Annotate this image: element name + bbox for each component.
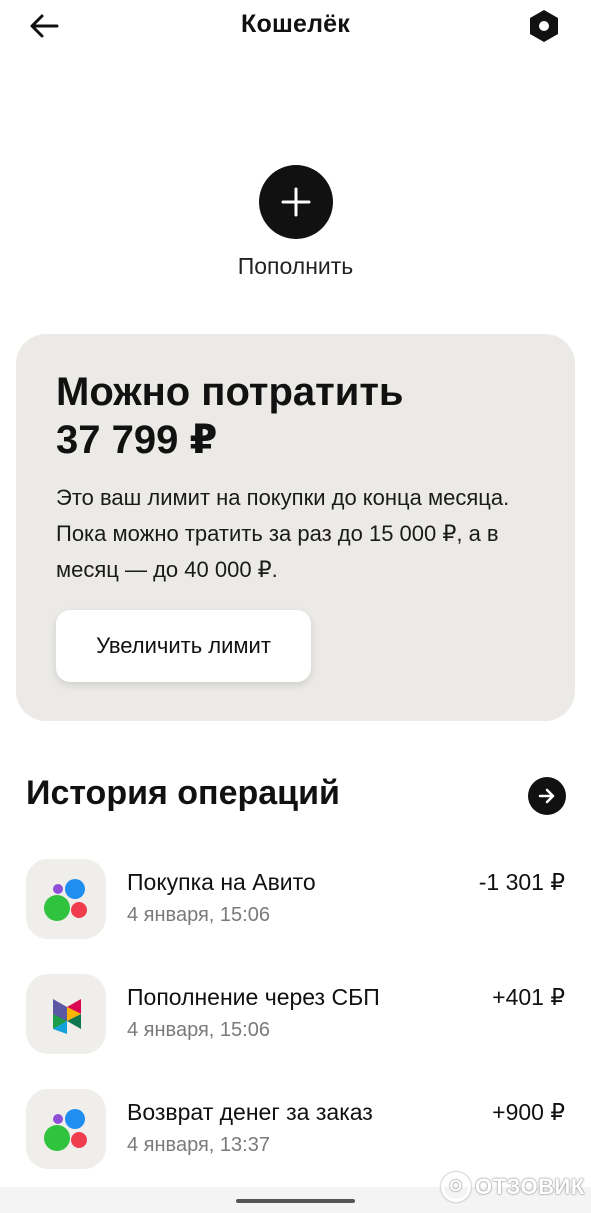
operation-date: 4 января, 15:06 [127,1019,270,1041]
home-indicator[interactable] [236,1199,355,1203]
watermark-text: ОТЗОВИК [475,1174,585,1199]
limit-amount: 37 799 ₽ [56,418,218,462]
app-header: Кошелёк [0,0,591,52]
operation-date: 4 января, 15:06 [127,904,270,926]
gear-icon [530,10,558,42]
topup-label: Пополнить [237,253,354,279]
watermark: О ОТЗОВИК [441,1170,585,1204]
operation-amount: -1 301 ₽ [478,869,565,895]
operation-name: Пополнение через СБП [127,984,380,1010]
settings-button[interactable] [524,6,564,46]
increase-limit-button[interactable]: Увеличить лимит [56,610,311,682]
watermark-logo-icon: О [441,1172,471,1202]
operation-amount: +900 ₽ [492,1099,565,1125]
limit-title: Можно потратить [56,370,404,414]
operation-row[interactable]: Пополнение через СБП 4 января, 15:06 +40… [0,974,591,1058]
operation-row[interactable]: Возврат денег за заказ 4 января, 13:37 +… [0,1089,591,1173]
operation-date: 4 января, 13:37 [127,1134,270,1156]
avito-logo-icon [26,859,106,939]
avito-logo-icon [26,1089,106,1169]
history-title: История операций [26,774,340,812]
arrow-right-icon [538,788,555,804]
sbp-logo-icon [26,974,106,1054]
topup-button[interactable]: Пополнить [0,165,591,280]
page-title: Кошелёк [241,10,350,38]
operation-name: Возврат денег за заказ [127,1099,373,1125]
operation-amount: +401 ₽ [492,984,565,1010]
history-open-button[interactable] [528,777,566,815]
limit-description: Это ваш лимит на покупки до конца месяца… [56,485,510,582]
operation-name: Покупка на Авито [127,869,316,895]
operation-row[interactable]: Покупка на Авито 4 января, 15:06 -1 301 … [0,859,591,943]
plus-icon [258,165,333,239]
spending-limit-card: Можно потратить 37 799 ₽ Это ваш лимит н… [16,334,575,721]
